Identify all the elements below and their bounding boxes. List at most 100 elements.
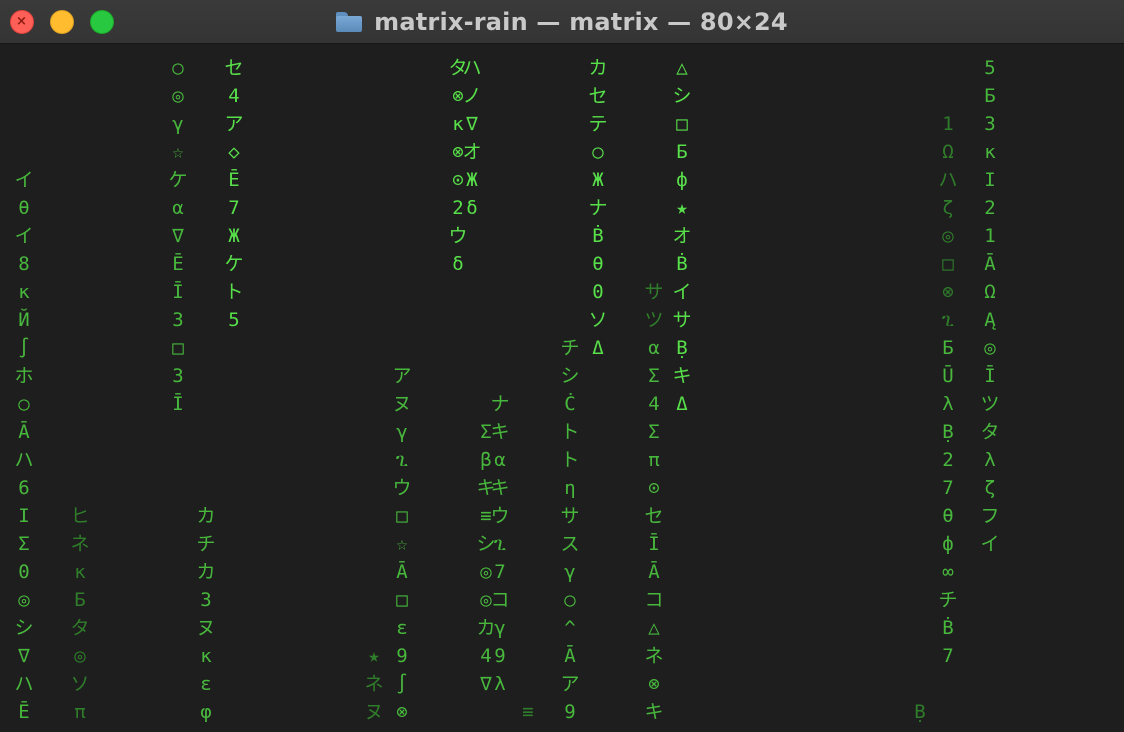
matrix-glyph: カ: [196, 561, 216, 583]
matrix-glyph: オ: [462, 141, 482, 163]
matrix-glyph: ⊗: [648, 673, 660, 695]
matrix-glyph: ア: [224, 113, 244, 135]
matrix-glyph: ε: [200, 673, 212, 695]
terminal-window: × matrix-rain — matrix — 80×24 イ θ イ 8 κ Й ∫ ホ ○…: [0, 0, 1124, 732]
matrix-glyph: ソ: [70, 673, 90, 695]
matrix-glyph: ☆: [396, 533, 408, 555]
matrix-glyph: Ā: [984, 253, 996, 275]
matrix-glyph: ケ: [168, 169, 188, 191]
matrix-glyph: 3: [984, 113, 996, 135]
matrix-glyph: カ: [588, 57, 608, 79]
matrix-glyph: キ: [490, 421, 510, 443]
matrix-glyph: カ: [196, 505, 216, 527]
matrix-glyph: ネ: [70, 533, 90, 555]
matrix-glyph: ウ: [490, 505, 510, 527]
matrix-glyph: □: [396, 589, 408, 611]
matrix-glyph: α: [648, 337, 660, 359]
matrix-glyph: γ: [396, 421, 408, 443]
matrix-glyph: ア: [560, 673, 580, 695]
matrix-glyph: Ċ: [564, 393, 576, 415]
matrix-glyph: γ: [564, 561, 576, 583]
matrix-glyph: ◎: [18, 589, 30, 611]
matrix-glyph: コ: [644, 589, 664, 611]
matrix-glyph: Ω: [942, 141, 954, 163]
matrix-glyph: キ: [490, 477, 510, 499]
matrix-glyph: テ: [588, 113, 608, 135]
matrix-glyph: π: [648, 449, 660, 471]
matrix-glyph: Ā: [18, 421, 30, 443]
matrix-glyph: 3: [200, 589, 212, 611]
matrix-glyph: ∞: [942, 561, 954, 583]
matrix-glyph: △: [676, 57, 688, 79]
matrix-glyph: 3: [172, 309, 184, 331]
matrix-glyph: ф: [942, 533, 954, 555]
matrix-glyph: ス: [560, 533, 580, 555]
matrix-glyph: セ: [644, 505, 664, 527]
matrix-glyph: Ж: [466, 169, 478, 191]
matrix-glyph: ヒ: [70, 505, 90, 527]
matrix-glyph: 7: [942, 645, 954, 667]
matrix-glyph: Ē: [172, 253, 184, 275]
matrix-glyph: Ī: [172, 281, 184, 303]
matrix-glyph: ◎: [172, 85, 184, 107]
matrix-glyph: ハ: [14, 673, 34, 695]
matrix-glyph: イ: [14, 225, 34, 247]
matrix-glyph: オ: [672, 225, 692, 247]
matrix-glyph: γ: [494, 617, 506, 639]
matrix-glyph: ハ: [14, 449, 34, 471]
matrix-glyph: ツ: [980, 393, 1000, 415]
matrix-glyph: Ē: [228, 169, 240, 191]
matrix-glyph: 2: [942, 449, 954, 471]
matrix-glyph: I: [984, 169, 996, 191]
matrix-glyph: □: [942, 253, 954, 275]
matrix-glyph: Й: [18, 309, 30, 331]
matrix-glyph: ∫: [396, 673, 408, 695]
matrix-glyph: ア: [392, 365, 412, 387]
matrix-glyph: 4: [648, 393, 660, 415]
matrix-glyph: 3: [172, 365, 184, 387]
matrix-glyph: λ: [984, 449, 996, 471]
matrix-glyph: ◎: [942, 225, 954, 247]
title-bar[interactable]: × matrix-rain — matrix — 80×24: [0, 0, 1124, 44]
matrix-glyph: ハ: [462, 57, 482, 79]
matrix-glyph: ウ: [448, 225, 468, 247]
matrix-glyph: Σ: [18, 533, 30, 555]
matrix-glyph: ト: [224, 281, 244, 303]
matrix-glyph: □: [172, 337, 184, 359]
matrix-glyph: 9: [494, 645, 506, 667]
terminal-output[interactable]: イ θ イ 8 κ Й ∫ ホ ○ Ā ハ 6 I Σ 0 ◎ シ ∇ ハ Ē ヒネ κ Б タ ◎ ソ π ○ ◎ γ ☆ ケ α ∇ Ē Ī 3 □ 3…: [0, 44, 1124, 732]
matrix-glyph: ナ: [588, 197, 608, 219]
matrix-glyph: Ḅ: [942, 421, 954, 443]
matrix-glyph: Δ: [676, 393, 688, 415]
matrix-glyph: λ: [494, 673, 506, 695]
matrix-glyph: Ḃ: [942, 617, 954, 639]
matrix-glyph: タ: [980, 421, 1000, 443]
matrix-glyph: ◎: [74, 645, 86, 667]
matrix-glyph: Ī: [648, 533, 660, 555]
matrix-glyph: キ: [644, 701, 664, 723]
matrix-glyph: ጊ: [941, 309, 955, 331]
matrix-glyph: Б: [984, 85, 996, 107]
matrix-glyph: ○: [564, 589, 576, 611]
matrix-glyph: 0: [592, 281, 604, 303]
matrix-glyph: 7: [942, 477, 954, 499]
matrix-glyph: ⊗: [396, 701, 408, 723]
matrix-glyph: セ: [588, 85, 608, 107]
matrix-glyph: Ā: [396, 561, 408, 583]
matrix-glyph: α: [494, 449, 506, 471]
matrix-glyph: η: [564, 477, 576, 499]
matrix-glyph: φ: [200, 701, 212, 723]
matrix-glyph: 2: [984, 197, 996, 219]
matrix-glyph: □: [676, 113, 688, 135]
matrix-glyph: Ą: [984, 309, 996, 331]
matrix-glyph: Ω: [984, 281, 996, 303]
matrix-glyph: ○: [172, 57, 184, 79]
matrix-glyph: 7: [228, 197, 240, 219]
matrix-glyph: ∇: [172, 225, 184, 247]
matrix-glyph: κ: [74, 561, 86, 583]
matrix-glyph: ヌ: [392, 393, 412, 415]
matrix-glyph: Ī: [172, 393, 184, 415]
matrix-glyph: Ḅ: [676, 337, 688, 359]
matrix-glyph: Ḃ: [676, 253, 688, 275]
matrix-glyph: 0: [18, 561, 30, 583]
